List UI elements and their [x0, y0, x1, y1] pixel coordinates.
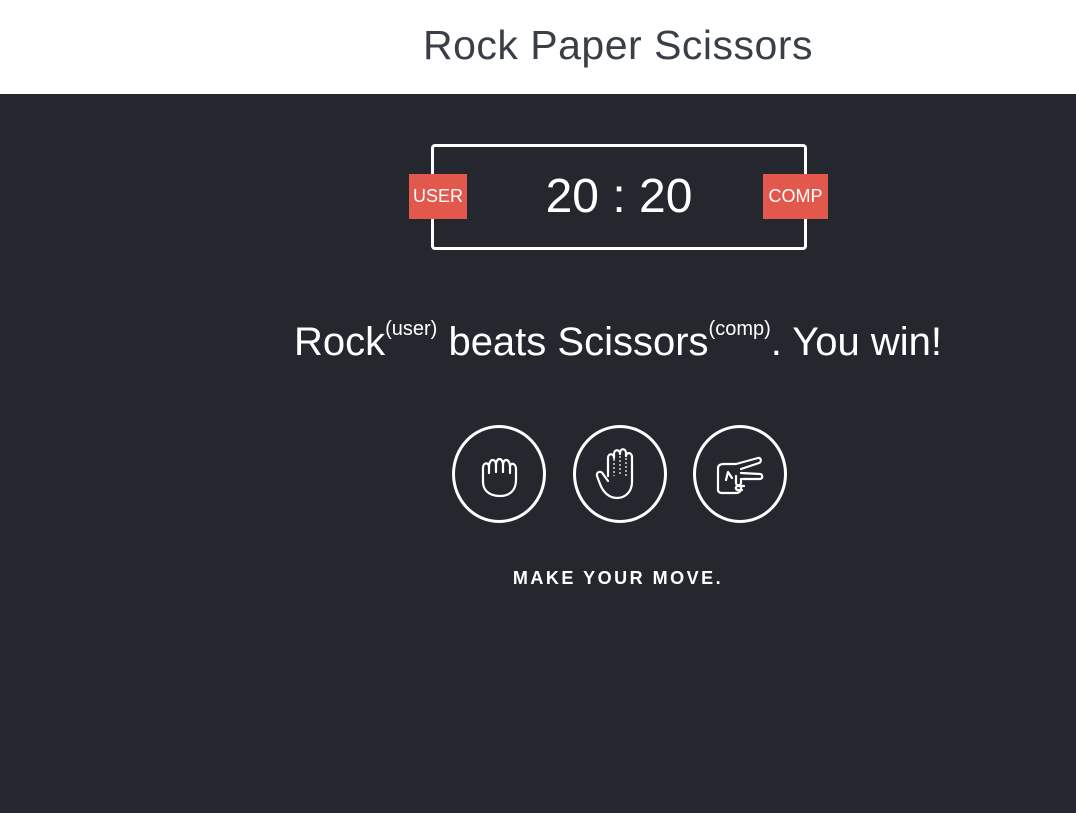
page-header: Rock Paper Scissors — [0, 0, 1076, 94]
paper-button[interactable] — [573, 425, 667, 523]
game-area: 20 : 20 USER COMP Rock(user) beats Sciss… — [0, 94, 1076, 813]
result-outcome: . You win! — [770, 320, 943, 364]
result-message: Rock(user) beats Scissors(comp). You win… — [0, 316, 1076, 368]
rock-button[interactable] — [452, 425, 546, 523]
scissors-hand-icon — [716, 456, 764, 495]
score-display: 20 : 20 — [545, 170, 693, 223]
make-move-prompt: MAKE YOUR MOVE. — [512, 568, 724, 588]
scoreboard: 20 : 20 — [431, 144, 807, 250]
comp-badge: COMP — [763, 174, 828, 219]
result-user-tag: (user) — [385, 318, 438, 340]
result-user-move: Rock — [293, 320, 386, 364]
page-title: Rock Paper Scissors — [422, 22, 813, 68]
result-verb: beats — [437, 320, 558, 364]
result-comp-move: Scissors — [557, 320, 709, 364]
scissors-button[interactable] — [693, 425, 787, 523]
paper-hand-icon — [595, 448, 634, 500]
result-comp-tag: (comp) — [708, 318, 771, 340]
user-badge: USER — [409, 174, 467, 219]
rock-fist-icon — [481, 457, 518, 498]
